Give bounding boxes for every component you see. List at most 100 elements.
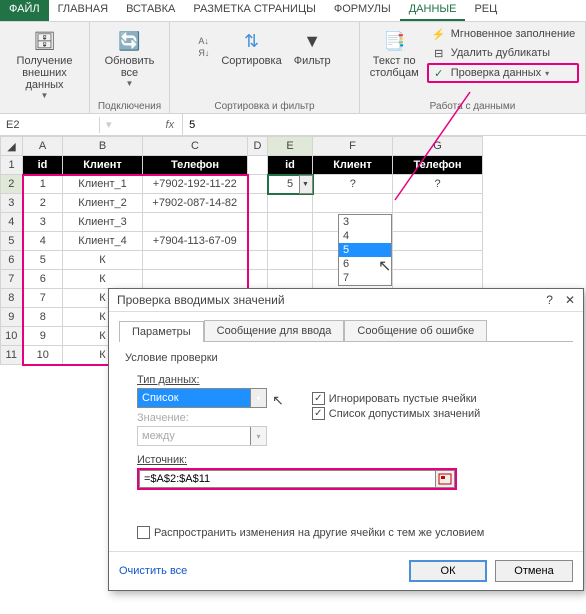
in-cell-dropdown-checkbox[interactable]: ✓ Список допустимых значений bbox=[312, 407, 480, 420]
cell[interactable]: Телефон bbox=[143, 156, 248, 175]
row-header[interactable]: 4 bbox=[1, 213, 23, 232]
tab-review[interactable]: РЕЦ bbox=[465, 0, 506, 21]
tab-layout[interactable]: РАЗМЕТКА СТРАНИЦЫ bbox=[184, 0, 324, 21]
col-header-g[interactable]: G bbox=[393, 137, 483, 156]
sort-desc-icon[interactable]: Я↓ bbox=[198, 48, 209, 58]
cell[interactable] bbox=[393, 194, 483, 213]
tab-input-message[interactable]: Сообщение для ввода bbox=[204, 320, 345, 341]
row-header[interactable]: 7 bbox=[1, 270, 23, 289]
row-header[interactable]: 1 bbox=[1, 156, 23, 175]
cell[interactable]: ? bbox=[313, 175, 393, 194]
row-header[interactable]: 6 bbox=[1, 251, 23, 270]
refresh-all-button[interactable]: 🔄 Обновить все ▼ bbox=[101, 25, 159, 90]
data-validation-button[interactable]: ✓ Проверка данных ▾ bbox=[427, 63, 580, 83]
cell[interactable]: 5 bbox=[23, 251, 63, 270]
tab-file[interactable]: ФАЙЛ bbox=[0, 0, 49, 21]
col-header-e[interactable]: E bbox=[268, 137, 313, 156]
cell[interactable]: Телефон bbox=[393, 156, 483, 175]
cell[interactable] bbox=[268, 270, 313, 289]
cell[interactable]: 6 bbox=[23, 270, 63, 289]
row-header[interactable]: 10 bbox=[1, 327, 23, 346]
cell[interactable] bbox=[393, 270, 483, 289]
cell[interactable]: Клиент_1 bbox=[63, 175, 143, 194]
cell[interactable] bbox=[268, 251, 313, 270]
help-button[interactable]: ? bbox=[546, 293, 553, 307]
cell[interactable] bbox=[143, 213, 248, 232]
list-item[interactable]: 4 bbox=[339, 229, 391, 243]
cell[interactable]: 3 bbox=[23, 213, 63, 232]
cell[interactable]: ? bbox=[393, 175, 483, 194]
cancel-button[interactable]: Отмена bbox=[495, 560, 573, 582]
cell[interactable]: 9 bbox=[23, 327, 63, 346]
range-picker-button[interactable] bbox=[435, 470, 455, 488]
list-item[interactable]: 3 bbox=[339, 215, 391, 229]
cell[interactable] bbox=[143, 270, 248, 289]
cell[interactable]: Клиент_2 bbox=[63, 194, 143, 213]
list-item[interactable]: 5 bbox=[339, 243, 391, 257]
cell[interactable]: Клиент_3 bbox=[63, 213, 143, 232]
cell[interactable]: Клиент bbox=[63, 156, 143, 175]
cell[interactable] bbox=[268, 213, 313, 232]
cell[interactable]: +7904-113-67-09 bbox=[143, 232, 248, 251]
cell[interactable] bbox=[248, 156, 268, 175]
cell[interactable]: +7902-192-11-22 bbox=[143, 175, 248, 194]
cell[interactable] bbox=[248, 194, 268, 213]
cell[interactable] bbox=[248, 232, 268, 251]
cell[interactable]: К bbox=[63, 270, 143, 289]
row-header[interactable]: 5 bbox=[1, 232, 23, 251]
col-header-d[interactable]: D bbox=[248, 137, 268, 156]
cell[interactable]: 10 bbox=[23, 346, 63, 365]
name-box[interactable]: E2 bbox=[0, 117, 100, 133]
remove-duplicates-button[interactable]: ⊟ Удалить дубликаты bbox=[427, 44, 580, 62]
col-header-c[interactable]: C bbox=[143, 137, 248, 156]
cell[interactable] bbox=[313, 194, 393, 213]
tab-parameters[interactable]: Параметры bbox=[119, 321, 204, 342]
cell[interactable]: 4 bbox=[23, 232, 63, 251]
cell[interactable]: Клиент bbox=[313, 156, 393, 175]
row-header[interactable]: 2 bbox=[1, 175, 23, 194]
close-button[interactable]: ✕ bbox=[565, 293, 575, 307]
cell[interactable] bbox=[268, 194, 313, 213]
source-input[interactable] bbox=[139, 470, 435, 488]
get-external-data-button[interactable]: 🗄 Получение внешних данных ▼ bbox=[5, 25, 84, 102]
cell[interactable]: 8 bbox=[23, 308, 63, 327]
col-header-f[interactable]: F bbox=[313, 137, 393, 156]
cell[interactable]: +7902-087-14-82 bbox=[143, 194, 248, 213]
tab-data[interactable]: ДАННЫЕ bbox=[400, 0, 466, 21]
cell[interactable] bbox=[248, 270, 268, 289]
cell[interactable] bbox=[393, 213, 483, 232]
type-select[interactable]: Список ▾ bbox=[137, 388, 267, 408]
cell[interactable] bbox=[248, 175, 268, 194]
cell[interactable] bbox=[248, 213, 268, 232]
col-header-b[interactable]: B bbox=[63, 137, 143, 156]
tab-formulas[interactable]: ФОРМУЛЫ bbox=[325, 0, 400, 21]
cell[interactable] bbox=[393, 232, 483, 251]
sort-button[interactable]: ⇅ Сортировка bbox=[217, 25, 285, 69]
cell[interactable]: К bbox=[63, 251, 143, 270]
filter-button[interactable]: ▼ Фильтр bbox=[290, 25, 335, 69]
formula-input[interactable] bbox=[183, 117, 586, 133]
cell[interactable] bbox=[143, 251, 248, 270]
row-header[interactable]: 8 bbox=[1, 289, 23, 308]
cell[interactable] bbox=[268, 232, 313, 251]
ok-button[interactable]: ОК bbox=[409, 560, 487, 582]
cell[interactable]: 1 bbox=[23, 175, 63, 194]
tab-insert[interactable]: ВСТАВКА bbox=[117, 0, 184, 21]
sort-asc-icon[interactable]: A↓ bbox=[198, 36, 209, 46]
dropdown-handle[interactable]: ▼ bbox=[299, 175, 313, 194]
cell[interactable] bbox=[248, 251, 268, 270]
row-header[interactable]: 3 bbox=[1, 194, 23, 213]
name-box-chevron[interactable]: ▾ bbox=[100, 118, 118, 131]
ignore-blank-checkbox[interactable]: ✓ Игнорировать пустые ячейки bbox=[312, 392, 480, 405]
tab-error-alert[interactable]: Сообщение об ошибке bbox=[344, 320, 487, 341]
cell[interactable]: id bbox=[268, 156, 313, 175]
cell-e2-selected[interactable]: 5▼ bbox=[268, 175, 313, 194]
select-all-corner[interactable]: ◢ bbox=[1, 137, 23, 156]
cell[interactable]: Клиент_4 bbox=[63, 232, 143, 251]
row-header[interactable]: 11 bbox=[1, 346, 23, 365]
col-header-a[interactable]: A bbox=[23, 137, 63, 156]
cell[interactable]: 7 bbox=[23, 289, 63, 308]
clear-all-button[interactable]: Очистить все bbox=[119, 565, 187, 577]
tab-home[interactable]: ГЛАВНАЯ bbox=[49, 0, 117, 21]
text-to-columns-button[interactable]: 📑 Текст по столбцам bbox=[366, 25, 423, 81]
